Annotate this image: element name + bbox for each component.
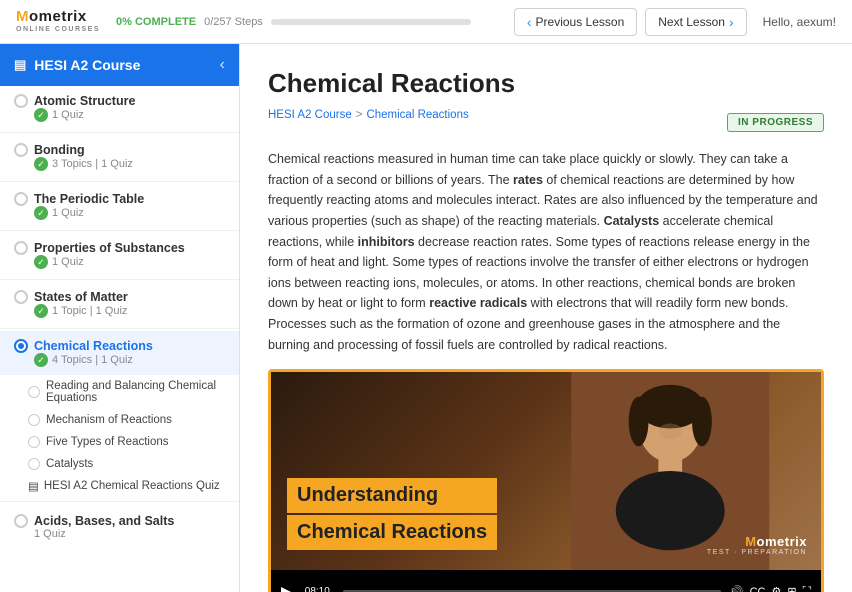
play-button[interactable]: ▶ [281,583,292,592]
sub-item-quiz[interactable]: ▤ HESI A2 Chemical Reactions Quiz [28,475,239,497]
breadcrumb-course[interactable]: HESI A2 Course [268,109,352,121]
course-icon: ▤ [14,57,26,73]
sidebar-item-states-of-matter[interactable]: States of Matter ✓ 1 Topic | 1 Quiz [0,282,239,326]
status-circle-icon [14,514,28,528]
status-circle-icon [14,143,28,157]
theater-icon[interactable]: ⊞ [787,585,796,592]
content-body: Chemical reactions measured in human tim… [268,149,824,355]
watermark-subtitle: TEST · PREPARATION [707,549,807,556]
page-title: Chemical Reactions [268,68,824,99]
sidebar-item-chemical-reactions[interactable]: Chemical Reactions ✓ 4 Topics | 1 Quiz [0,331,239,375]
fullscreen-icon[interactable]: ⛶ [803,584,811,592]
next-arrow-icon: › [729,14,734,30]
check-badge: ✓ [34,353,48,367]
breadcrumb: HESI A2 Course > Chemical Reactions [268,109,469,121]
video-control-icons: 🔊 CC ⚙ ⊞ ⛶ [729,584,811,592]
video-time: 08:10 [300,585,335,592]
status-circle-icon [14,94,28,108]
video-title-line1: Understanding [297,484,487,507]
prev-lesson-button[interactable]: ‹ Previous Lesson [514,8,637,36]
progress-area: 0% COMPLETE 0/257 Steps [116,16,498,28]
check-badge: ✓ [34,108,48,122]
subtitles-icon[interactable]: CC [750,586,766,592]
top-navigation: MMometrixometrix ONLINE COURSES 0% COMPL… [0,0,852,44]
sidebar: ▤ HESI A2 Course ‹ Atomic Structure ✓ 1 … [0,44,240,592]
status-badge: IN PROGRESS [727,113,824,132]
breadcrumb-current: Chemical Reactions [366,109,468,121]
progress-label: 0% COMPLETE [116,16,196,28]
sidebar-content: Atomic Structure ✓ 1 Quiz Bonding ✓ 3 To… [0,86,239,592]
sub-item-catalysts[interactable]: Catalysts [28,453,239,475]
breadcrumb-row: HESI A2 Course > Chemical Reactions IN P… [268,109,824,135]
breadcrumb-separator: > [356,109,363,121]
next-lesson-button[interactable]: Next Lesson › [645,8,746,36]
sub-item-circle-icon [28,436,40,448]
sidebar-item-properties[interactable]: Properties of Substances ✓ 1 Quiz [0,233,239,277]
sub-item-circle-icon [28,386,40,398]
sidebar-item-bonding[interactable]: Bonding ✓ 3 Topics | 1 Quiz [0,135,239,179]
watermark-logo: Mometrix [707,534,807,549]
sub-item-five-types[interactable]: Five Types of Reactions [28,431,239,453]
settings-icon[interactable]: ⚙ [772,585,782,592]
sidebar-collapse-icon[interactable]: ‹ [220,56,225,74]
sub-item-reading-balancing[interactable]: Reading and Balancing Chemical Equations [28,375,239,409]
progress-steps: 0/257 Steps [204,16,263,28]
check-badge: ✓ [34,255,48,269]
sidebar-item-acids-bases[interactable]: Acids, Bases, and Salts 1 Quiz [0,506,239,548]
check-badge: ✓ [34,157,48,171]
sub-item-circle-icon [28,414,40,426]
sub-item-circle-icon [28,458,40,470]
check-badge: ✓ [34,304,48,318]
prev-arrow-icon: ‹ [527,14,532,30]
logo-subtitle: ONLINE COURSES [16,26,100,34]
sidebar-course-title: ▤ HESI A2 Course [14,57,140,73]
sidebar-header: ▤ HESI A2 Course ‹ [0,44,239,86]
sub-item-mechanism[interactable]: Mechanism of Reactions [28,409,239,431]
progress-track [271,19,471,25]
video-player: Understanding Chemical Reactions [268,369,824,592]
main-content: Chemical Reactions HESI A2 Course > Chem… [240,44,852,592]
video-title-line2: Chemical Reactions [297,521,487,544]
main-layout: ▤ HESI A2 Course ‹ Atomic Structure ✓ 1 … [0,44,852,592]
greeting-text: Hello, aexum! [763,15,836,29]
status-circle-icon [14,192,28,206]
volume-icon[interactable]: 🔊 [729,585,744,592]
status-circle-icon [14,290,28,304]
sidebar-item-periodic-table[interactable]: The Periodic Table ✓ 1 Quiz [0,184,239,228]
quiz-icon: ▤ [28,479,39,493]
logo: MMometrixometrix ONLINE COURSES [16,9,100,33]
sidebar-item-atomic-structure[interactable]: Atomic Structure ✓ 1 Quiz [0,86,239,130]
chemical-reactions-sub-items: Reading and Balancing Chemical Equations… [0,375,239,497]
video-controls: ▶ 08:10 🔊 CC ⚙ ⊞ ⛶ [271,577,821,592]
lesson-navigation: ‹ Previous Lesson Next Lesson › [514,8,747,36]
check-badge: ✓ [34,206,48,220]
status-circle-icon [14,241,28,255]
active-circle-icon [14,339,28,353]
